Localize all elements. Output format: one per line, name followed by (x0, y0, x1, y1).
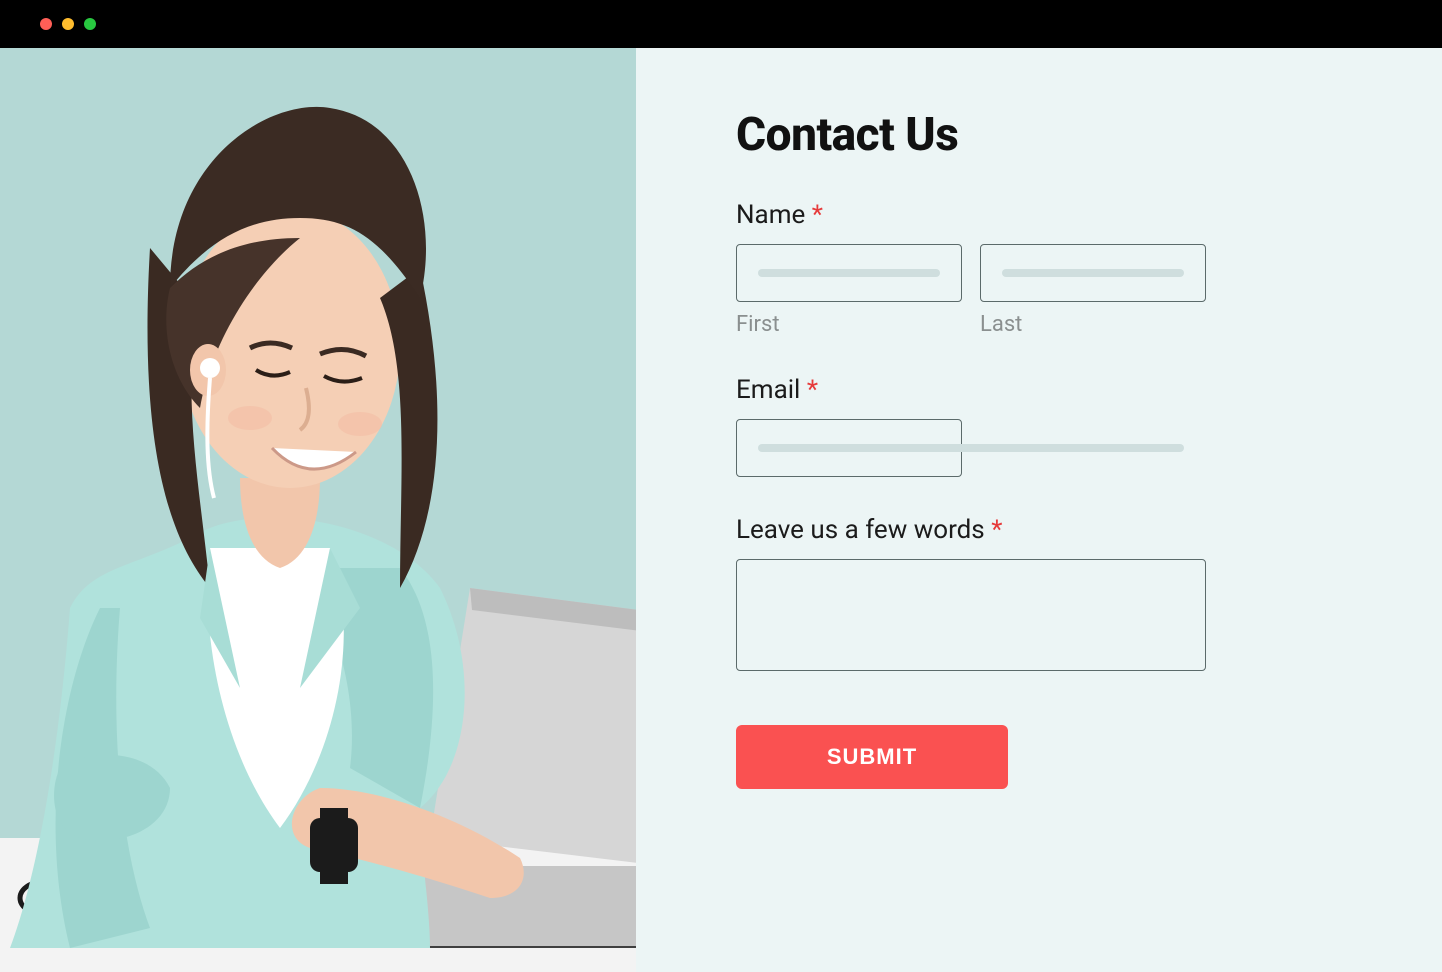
message-field: Leave us a few words * (736, 515, 1442, 675)
email-input[interactable] (736, 419, 962, 477)
name-field: Name * First Last (736, 200, 1442, 337)
traffic-lights (40, 18, 96, 30)
name-label: Name * (736, 200, 1442, 230)
hero-image (0, 48, 636, 972)
first-name-input[interactable] (736, 244, 962, 302)
email-label: Email * (736, 375, 1442, 405)
maximize-icon[interactable] (84, 18, 96, 30)
email-field: Email * (736, 375, 1442, 477)
minimize-icon[interactable] (62, 18, 74, 30)
last-name-sublabel: Last (980, 312, 1206, 337)
last-name-input[interactable] (980, 244, 1206, 302)
required-asterisk: * (812, 200, 823, 230)
page-title: Contact Us (736, 108, 1442, 162)
message-textarea[interactable] (736, 559, 1206, 671)
submit-button[interactable]: SUBMIT (736, 725, 1008, 789)
form-panel: Contact Us Name * First Last (636, 48, 1442, 972)
required-asterisk: * (807, 375, 818, 405)
close-icon[interactable] (40, 18, 52, 30)
window-title-bar (0, 0, 1442, 48)
required-asterisk: * (991, 515, 1002, 545)
message-label: Leave us a few words * (736, 515, 1442, 545)
first-name-sublabel: First (736, 312, 962, 337)
